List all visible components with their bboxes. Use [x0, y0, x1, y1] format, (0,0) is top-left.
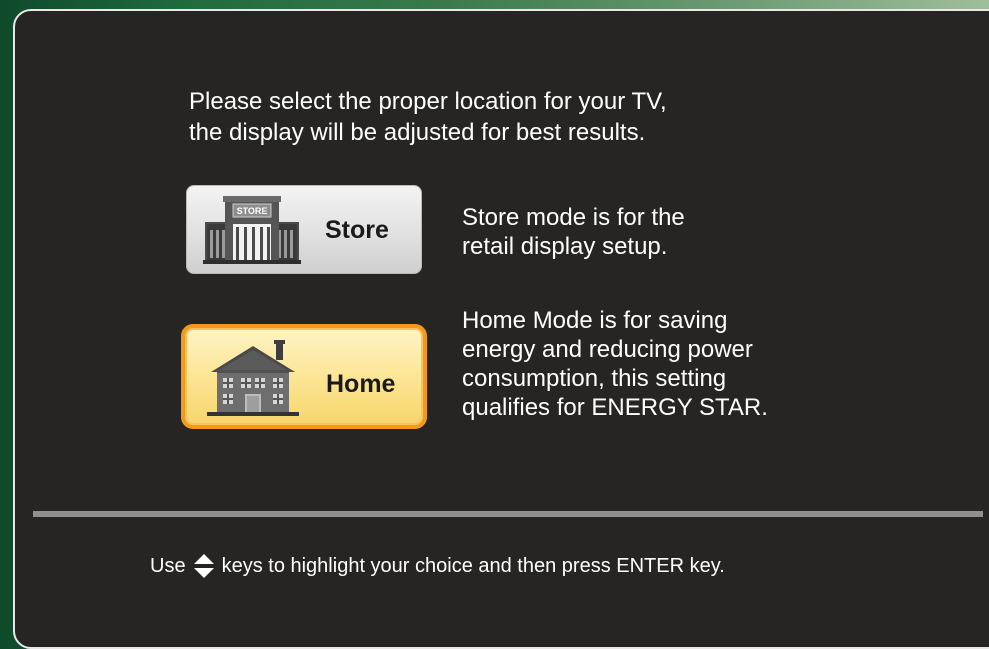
store-building-icon: STORE: [203, 196, 301, 264]
home-desc-line-4: qualifies for ENERGY STAR.: [462, 394, 768, 421]
house-icon: [207, 340, 299, 416]
footer-hint: Use keys to highlight your choice and th…: [150, 553, 725, 579]
store-sign-text: STORE: [237, 206, 268, 216]
instructions-line-1: Please select the proper location for yo…: [189, 88, 667, 115]
home-mode-description: Home Mode is for saving energy and reduc…: [462, 306, 768, 422]
instructions-text: Please select the proper location for yo…: [189, 86, 829, 148]
home-mode-button[interactable]: Home: [181, 324, 427, 429]
home-desc-line-1: Home Mode is for saving: [462, 307, 728, 334]
footer-hint-after: keys to highlight your choice and then p…: [221, 555, 725, 577]
up-down-arrows-icon: [193, 554, 214, 578]
home-button-label: Home: [326, 370, 396, 398]
store-desc-line-2: retail display setup.: [462, 233, 668, 260]
store-mode-button[interactable]: STORE Store: [186, 185, 422, 274]
store-mode-description: Store mode is for the retail display set…: [462, 203, 685, 261]
footer-hint-before: Use: [150, 555, 186, 577]
store-desc-line-1: Store mode is for the: [462, 204, 685, 231]
home-desc-line-3: consumption, this setting: [462, 365, 727, 392]
store-button-label: Store: [325, 216, 389, 244]
home-desc-line-2: energy and reducing power: [462, 336, 753, 363]
footer-divider: [33, 511, 983, 517]
instructions-line-2: the display will be adjusted for best re…: [189, 119, 646, 146]
